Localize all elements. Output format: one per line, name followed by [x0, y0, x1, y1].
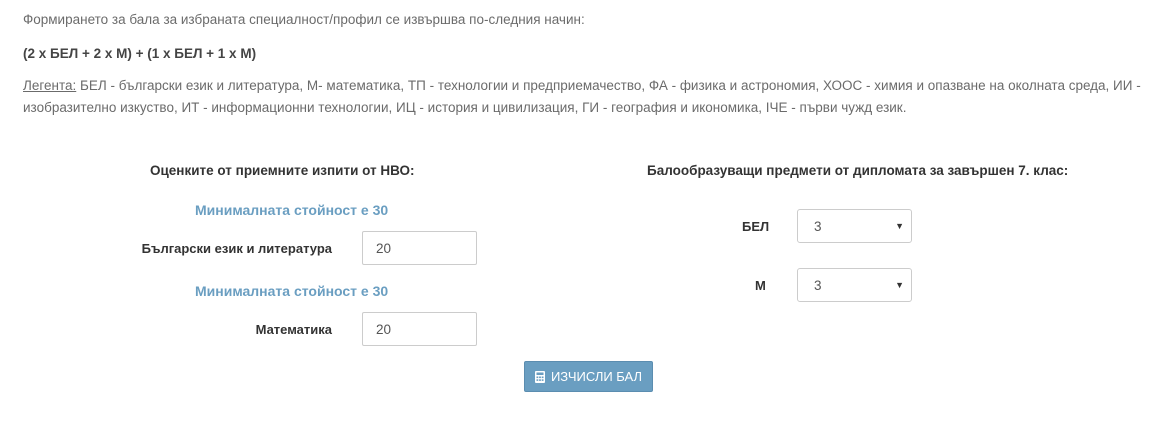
- exams-title: Оценките от приемните изпити от НВО:: [150, 163, 415, 178]
- bel-grade-value: 3: [814, 218, 822, 234]
- label-bel-grade: БЕЛ: [742, 219, 770, 234]
- label-math-exam: Математика: [255, 322, 332, 337]
- bel-score-input[interactable]: [362, 231, 477, 265]
- min-note-bel: Минималната стойност е 30: [195, 202, 389, 218]
- bel-grade-select[interactable]: 3 ▼: [797, 209, 912, 243]
- calculate-button[interactable]: ИЗЧИСЛИ БАЛ: [524, 361, 653, 392]
- chevron-down-icon: ▼: [895, 280, 904, 290]
- label-bel-exam: Български език и литература: [141, 241, 332, 256]
- math-grade-value: 3: [814, 277, 822, 293]
- calculate-button-label: ИЗЧИСЛИ БАЛ: [550, 369, 643, 384]
- chevron-down-icon: ▼: [895, 221, 904, 231]
- legend-text: БЕЛ - български език и литература, М- ма…: [23, 78, 1141, 115]
- formula: (2 x БЕЛ + 2 x М) + (1 x БЕЛ + 1 x М): [23, 46, 257, 61]
- min-note-math: Минималната стойност е 30: [195, 283, 389, 299]
- legend: Легента: БЕЛ - български език и литерату…: [23, 75, 1163, 119]
- label-math-grade: М: [755, 278, 766, 293]
- intro-section: Формирането за бала за избраната специал…: [23, 9, 1163, 119]
- legend-label: Легента:: [23, 78, 77, 93]
- math-grade-select[interactable]: 3 ▼: [797, 268, 912, 302]
- math-score-input[interactable]: [362, 312, 477, 346]
- calculator-icon: [534, 370, 545, 383]
- diploma-title: Балообразуващи предмети от дипломата за …: [647, 163, 1069, 178]
- intro-text: Формирането за бала за избраната специал…: [23, 12, 585, 27]
